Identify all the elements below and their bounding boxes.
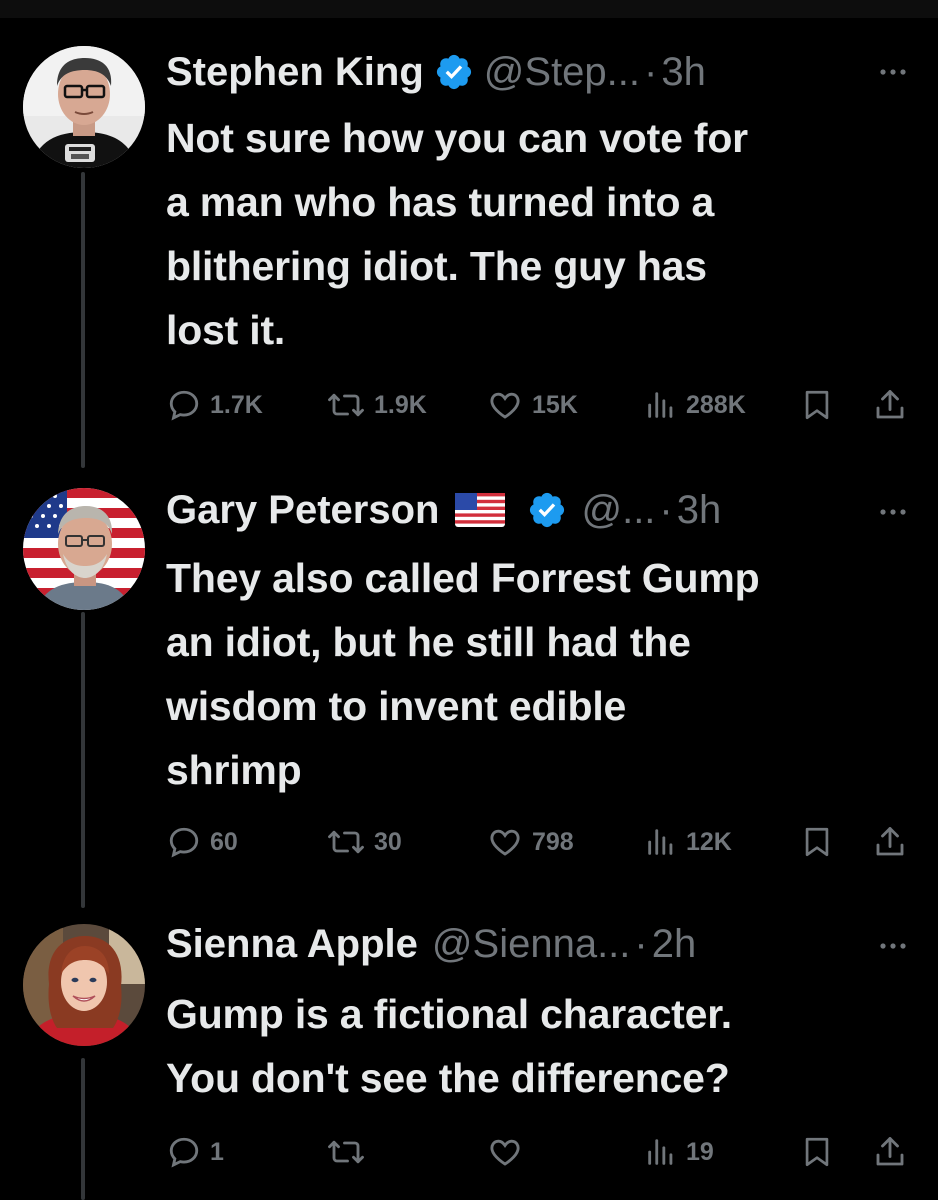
views-icon xyxy=(648,392,673,418)
tweet-text: Gump is a fictional character. You don't… xyxy=(166,982,906,1110)
repost-icon xyxy=(328,830,364,854)
avatar-gary-peterson[interactable] xyxy=(23,488,145,610)
share-button[interactable] xyxy=(872,820,908,864)
views-count: 19 xyxy=(686,1137,714,1166)
like-button[interactable]: 15K xyxy=(486,383,578,427)
views-icon xyxy=(648,1139,673,1165)
views-icon xyxy=(648,829,673,855)
views-count: 12K xyxy=(686,827,732,856)
share-button[interactable] xyxy=(872,1130,908,1174)
views-button[interactable]: 12K xyxy=(644,820,732,864)
tweet-text-line: blithering idiot. The guy has xyxy=(166,243,707,289)
tweet-header: Gary Peterson @... · 3h xyxy=(166,482,898,538)
like-button[interactable] xyxy=(486,1130,532,1174)
share-button[interactable] xyxy=(872,383,908,427)
bookmark-icon xyxy=(805,390,829,420)
reply-button[interactable]: 1.7K xyxy=(166,383,263,427)
reply-count: 1.7K xyxy=(210,390,263,419)
tweet-text-line: You don't see the difference? xyxy=(166,1055,730,1101)
tweet-text: Not sure how you can vote for a man who … xyxy=(166,106,906,362)
tweet-stephen-king[interactable]: Stephen King @Step... · 3h Not sure how … xyxy=(0,0,938,470)
views-button[interactable]: 288K xyxy=(644,383,746,427)
tweet-text-line: shrimp xyxy=(166,747,302,793)
separator-dot: · xyxy=(659,488,673,532)
us-flag-icon xyxy=(455,493,506,527)
tweet-text: They also called Forrest Gump an idiot, … xyxy=(166,546,906,802)
timestamp[interactable]: 3h xyxy=(677,482,722,538)
tweet-text-line: Gump is a fictional character. xyxy=(166,991,732,1037)
timestamp[interactable]: 3h xyxy=(661,44,706,100)
more-icon[interactable] xyxy=(876,62,910,82)
tweet-text-line: lost it. xyxy=(166,307,286,353)
bookmark-icon xyxy=(805,1137,829,1167)
share-icon xyxy=(876,827,904,856)
tweet-actions: 1.7K 1.9K 15K 288K xyxy=(166,383,916,427)
reply-icon xyxy=(169,827,199,858)
reply-button[interactable]: 1 xyxy=(166,1130,224,1174)
repost-icon xyxy=(328,1140,364,1164)
tweet-text-line: They also called Forrest Gump xyxy=(166,555,760,601)
heart-icon xyxy=(490,829,520,856)
repost-icon xyxy=(328,393,364,417)
like-count: 15K xyxy=(532,390,578,419)
reply-count: 1 xyxy=(210,1137,224,1166)
heart-icon xyxy=(490,392,520,419)
tweet-header: Stephen King @Step... · 3h xyxy=(166,44,898,100)
repost-button[interactable]: 30 xyxy=(326,820,402,864)
views-button[interactable]: 19 xyxy=(644,1130,714,1174)
reply-count: 60 xyxy=(210,827,238,856)
display-name[interactable]: Sienna Apple xyxy=(166,916,418,972)
avatar-sienna-apple[interactable] xyxy=(23,924,145,1046)
bookmark-icon xyxy=(805,827,829,857)
reply-icon xyxy=(169,390,199,421)
separator-dot: · xyxy=(634,922,648,966)
verified-badge-icon xyxy=(436,54,471,90)
views-count: 288K xyxy=(686,390,746,419)
tweet-text-line: an idiot, but he still had the xyxy=(166,619,691,665)
more-icon[interactable] xyxy=(876,502,910,522)
handle[interactable]: @Sienna... xyxy=(432,916,631,972)
heart-icon xyxy=(490,1139,520,1166)
like-count: 798 xyxy=(532,827,574,856)
display-name[interactable]: Stephen King xyxy=(166,44,424,100)
share-icon xyxy=(876,390,904,419)
repost-count: 30 xyxy=(374,827,402,856)
tweet-gary-peterson[interactable]: Gary Peterson @... · 3h They also called… xyxy=(0,470,938,910)
reply-icon xyxy=(169,1137,199,1168)
display-name[interactable]: Gary Peterson xyxy=(166,482,439,538)
tweet-header: Sienna Apple @Sienna... · 2h xyxy=(166,916,898,972)
share-icon xyxy=(876,1137,904,1166)
separator-dot: · xyxy=(644,50,658,94)
tweet-text-line: Not sure how you can vote for xyxy=(166,115,748,161)
handle[interactable]: @Step... xyxy=(484,44,640,100)
avatar-stephen-king[interactable] xyxy=(23,46,145,168)
repost-count: 1.9K xyxy=(374,390,427,419)
tweet-text-line: wisdom to invent edible xyxy=(166,683,627,729)
timestamp[interactable]: 2h xyxy=(652,916,697,972)
tweet-actions: 60 30 798 12K xyxy=(166,820,916,864)
tweet-sienna-apple[interactable]: Sienna Apple @Sienna... · 2h Gump is a f… xyxy=(0,910,938,1200)
verified-badge-icon xyxy=(530,492,565,528)
tweet-actions: 1 19 xyxy=(166,1130,916,1174)
like-button[interactable]: 798 xyxy=(486,820,574,864)
bookmark-button[interactable] xyxy=(800,383,834,427)
repost-button[interactable]: 1.9K xyxy=(326,383,427,427)
handle[interactable]: @... xyxy=(581,482,655,538)
repost-button[interactable] xyxy=(326,1130,374,1174)
bookmark-button[interactable] xyxy=(800,820,834,864)
bookmark-button[interactable] xyxy=(800,1130,834,1174)
reply-button[interactable]: 60 xyxy=(166,820,238,864)
more-icon[interactable] xyxy=(876,936,910,956)
tweet-text-line: a man who has turned into a xyxy=(166,179,715,225)
